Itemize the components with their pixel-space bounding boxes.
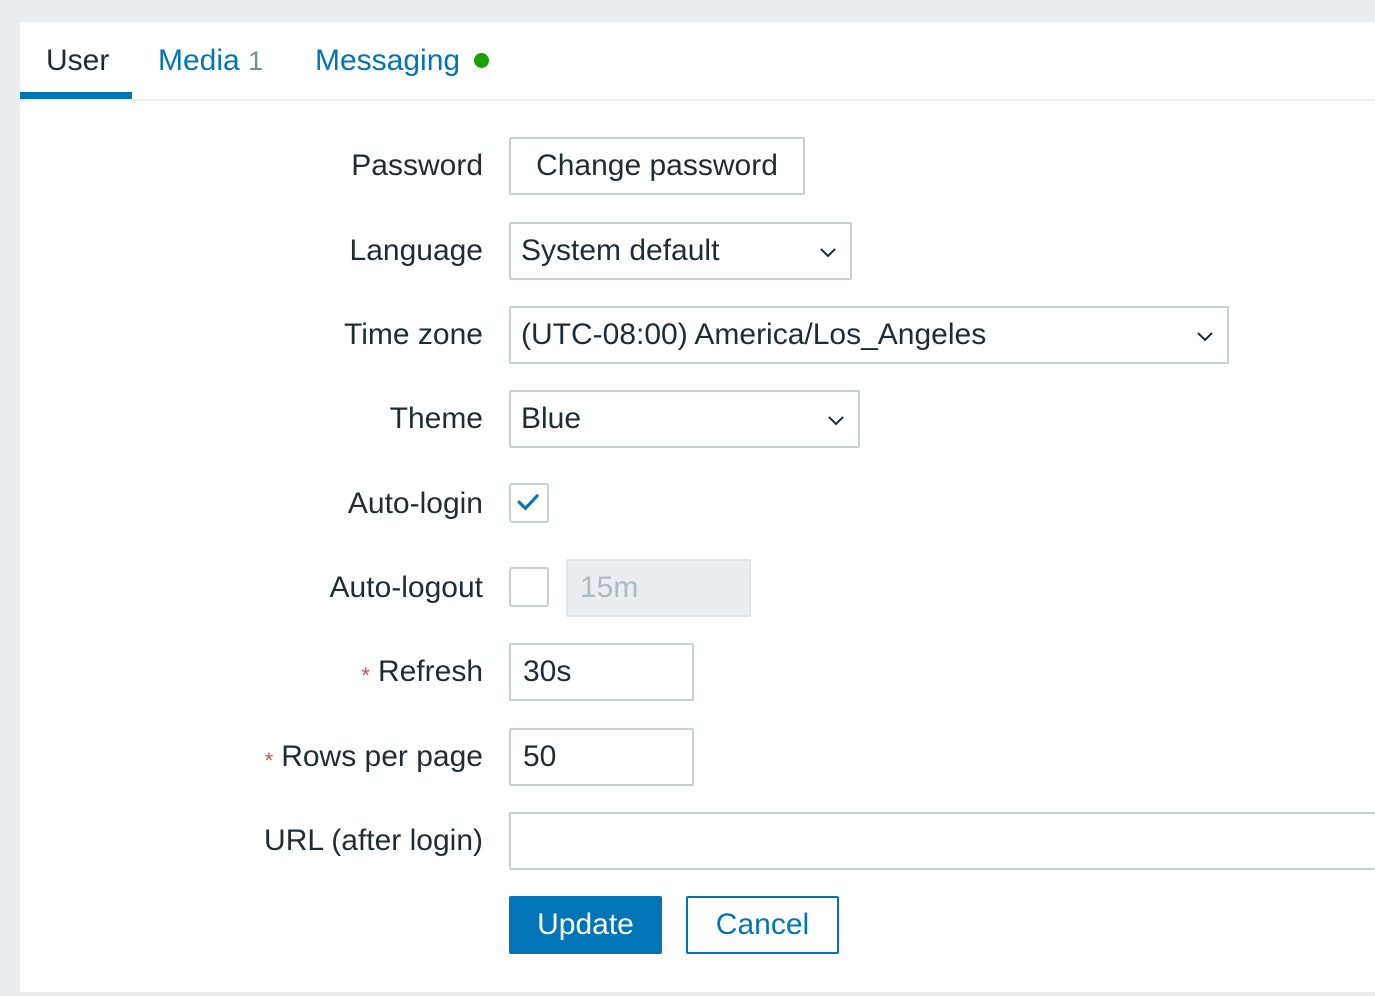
autologin-label: Auto-login [347,487,483,520]
required-marker: * [264,748,274,773]
tab-media-count: 1 [248,46,264,76]
rows-per-page-label: * Rows per page [265,728,483,786]
tab-messaging-label: Messaging [315,44,461,77]
tab-user-label: User [46,44,110,77]
checkmark-icon [517,494,539,510]
timezone-label: Time zone [344,318,483,351]
url-label: URL (after login) [264,824,483,857]
language-label: Language [349,234,483,267]
autologout-input: 15m [566,559,751,617]
tab-messaging[interactable]: Messaging [315,22,490,99]
url-input[interactable] [509,812,1375,870]
language-select[interactable]: System default [509,222,852,280]
cancel-button[interactable]: Cancel [686,896,839,954]
user-settings-panel: User Media 1 Messaging Password Change p… [20,22,1375,992]
refresh-label-text: Refresh [377,655,483,688]
rows-per-page-input[interactable]: 50 [509,728,694,786]
rows-per-page-label-text: Rows per page [281,740,483,773]
active-tab-indicator [20,92,132,99]
tab-media[interactable]: Media 1 [158,22,263,99]
tab-bar: User Media 1 Messaging [20,22,1375,101]
refresh-input[interactable]: 30s [509,643,694,701]
theme-label: Theme [389,402,483,435]
change-password-button[interactable]: Change password [509,137,805,195]
autologout-checkbox[interactable] [509,567,549,607]
required-marker: * [361,663,370,688]
timezone-value: (UTC-08:00) America/Los_Angeles [521,318,987,351]
tab-media-label: Media [158,44,240,77]
refresh-label: * Refresh [361,643,483,701]
theme-value: Blue [521,402,582,435]
update-button[interactable]: Update [509,896,662,954]
autologin-checkbox[interactable] [509,483,549,523]
timezone-select[interactable]: (UTC-08:00) America/Los_Angeles [509,306,1229,364]
status-dot-icon [474,52,490,68]
tab-user[interactable]: User [46,22,109,99]
chevron-down-icon [820,248,836,258]
chevron-down-icon [828,416,844,426]
language-value: System default [521,234,720,267]
chevron-down-icon [1197,332,1213,342]
theme-select[interactable]: Blue [509,390,860,448]
password-label: Password [351,149,483,182]
autologout-label: Auto-logout [329,571,483,604]
